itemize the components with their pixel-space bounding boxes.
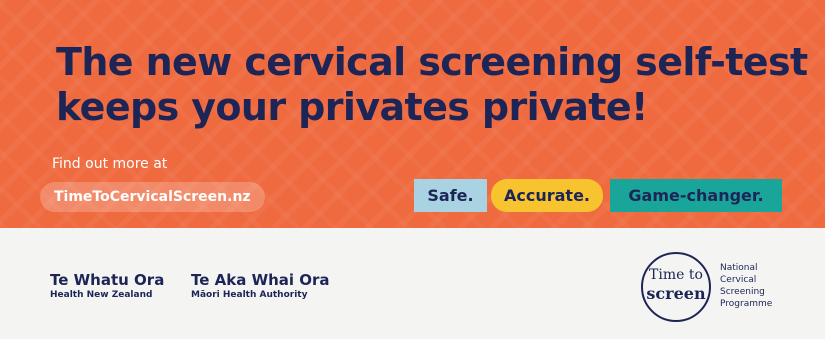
- org-name: Te Whatu Ora: [50, 271, 165, 289]
- org-te-whatu-ora: Te Whatu Ora Health New Zealand: [50, 271, 164, 301]
- org-subtitle: Health New Zealand: [50, 290, 153, 300]
- tag-game-changer: Game-changer.: [610, 179, 782, 212]
- programme-line: National: [720, 263, 758, 273]
- programme-label: National Cervical Screening Programme: [720, 262, 772, 310]
- headline-line-2: keeps your privates private!: [56, 85, 648, 129]
- headline: The new cervical screening self-test kee…: [56, 40, 808, 130]
- headline-line-1: The new cervical screening self-test: [56, 40, 808, 84]
- logo-line-1: Time to: [649, 267, 703, 283]
- programme-line: Programme: [720, 299, 773, 309]
- org-subtitle: Māori Health Authority: [191, 290, 308, 300]
- time-to-screen-logo: Time to screen: [641, 252, 711, 322]
- org-name: Te Aka Whai Ora: [191, 271, 330, 289]
- programme-line: Cervical: [720, 275, 757, 285]
- ad-banner: The new cervical screening self-test kee…: [0, 0, 825, 339]
- website-link[interactable]: TimeToCervicalScreen.nz: [40, 182, 265, 212]
- programme-line: Screening: [720, 287, 765, 297]
- find-out-text: Find out more at: [52, 156, 168, 172]
- logo-line-2: screen: [646, 284, 706, 303]
- tag-accurate: Accurate.: [491, 179, 603, 212]
- tag-safe: Safe.: [414, 179, 487, 212]
- org-te-aka-whai-ora: Te Aka Whai Ora Māori Health Authority: [191, 271, 330, 301]
